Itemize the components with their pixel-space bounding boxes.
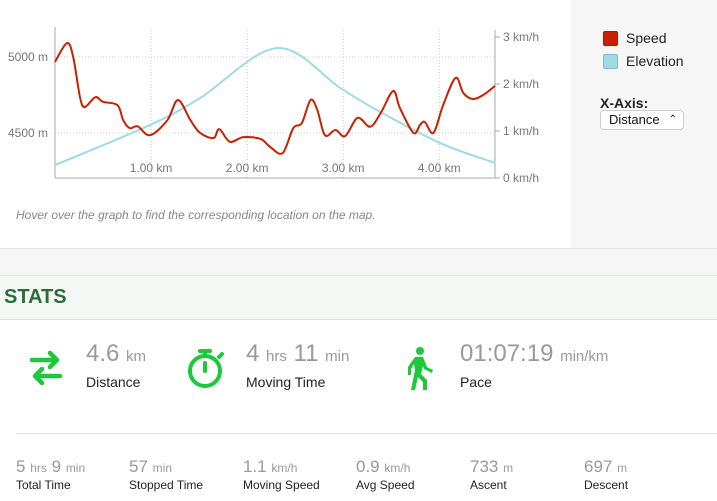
legend-elevation[interactable]: Elevation bbox=[603, 53, 684, 69]
chart-svg[interactable]: 1.00 km 2.00 km 3.00 km 4.00 km 4500 m 5000 m… bbox=[0, 0, 571, 200]
right-tick-label: 2 km/h bbox=[503, 77, 539, 91]
legend-label: Speed bbox=[626, 30, 667, 46]
value: 1.1 bbox=[243, 457, 267, 476]
stat-moving-time: 4 hrs 11 min Moving Time bbox=[184, 340, 349, 390]
label: Descent bbox=[584, 478, 629, 492]
chart-sidebar: Speed Elevation X-Axis: Distance ⌃ bbox=[571, 0, 717, 248]
stat-moving-speed: 1.1 km/h Moving Speed bbox=[243, 457, 320, 492]
left-tick-label: 5000 m bbox=[8, 50, 48, 64]
unit: min bbox=[152, 461, 172, 475]
value: 57 bbox=[129, 457, 148, 476]
swap-arrows-icon bbox=[29, 350, 63, 386]
stat-total-time: 5 hrs 9 min Total Time bbox=[16, 457, 85, 492]
unit2: min bbox=[65, 461, 86, 475]
legend-swatch bbox=[603, 30, 618, 46]
x-tick-label: 2.00 km bbox=[226, 161, 269, 175]
unit: km bbox=[126, 348, 147, 365]
value: 733 bbox=[470, 457, 499, 476]
right-tick-label: 0 km/h bbox=[503, 171, 539, 185]
select-arrows-icon: ⌃ bbox=[668, 114, 677, 125]
speed-elevation-chart[interactable]: 1.00 km 2.00 km 3.00 km 4.00 km 4500 m 5000 m… bbox=[0, 0, 571, 248]
x-axis-selected: Distance bbox=[609, 112, 660, 127]
x-axis-select[interactable]: Distance ⌃ bbox=[600, 110, 684, 130]
unit: m bbox=[617, 461, 628, 475]
unit: m bbox=[503, 461, 514, 475]
left-tick-label: 4500 m bbox=[8, 126, 48, 140]
unit: km/h bbox=[384, 461, 411, 475]
label: Avg Speed bbox=[356, 478, 415, 492]
label: Total Time bbox=[16, 478, 71, 492]
label: Distance bbox=[86, 374, 141, 390]
value: 5 bbox=[16, 457, 26, 476]
label: Ascent bbox=[470, 478, 507, 492]
x-tick-label: 3.00 km bbox=[322, 161, 365, 175]
value: 4 bbox=[246, 340, 260, 367]
label: Pace bbox=[460, 374, 492, 390]
stat-pace: 01:07:19 min/km Pace bbox=[398, 340, 608, 390]
label: Moving Speed bbox=[243, 478, 320, 492]
stat-distance: 4.6 km Distance bbox=[24, 340, 146, 390]
value2: 9 bbox=[51, 457, 62, 476]
unit: hrs bbox=[266, 348, 287, 365]
unit2: min bbox=[325, 348, 350, 365]
x-axis-label: X-Axis: bbox=[600, 95, 649, 111]
x-tick-label: 4.00 km bbox=[418, 161, 461, 175]
stats-divider bbox=[16, 433, 717, 434]
series-elevation-line bbox=[54, 47, 496, 167]
unit: min/km bbox=[560, 348, 609, 365]
label: Moving Time bbox=[246, 374, 326, 390]
stat-descent: 697 m Descent bbox=[584, 457, 628, 492]
value2: 11 bbox=[293, 340, 319, 367]
stats-title: STATS bbox=[4, 286, 67, 308]
unit: hrs bbox=[30, 461, 47, 475]
walking-person-icon bbox=[408, 347, 433, 390]
legend-speed[interactable]: Speed bbox=[603, 30, 666, 46]
stat-avg-speed: 0.9 km/h Avg Speed bbox=[356, 457, 415, 492]
legend-label: Elevation bbox=[626, 53, 684, 69]
label: Stopped Time bbox=[129, 478, 204, 492]
legend-swatch bbox=[603, 53, 618, 69]
chart-hint: Hover over the graph to find the corresp… bbox=[16, 208, 376, 222]
stats-header: STATS bbox=[0, 276, 717, 320]
value: 0.9 bbox=[356, 457, 380, 476]
value: 697 bbox=[584, 457, 613, 476]
divider-band bbox=[0, 248, 717, 276]
x-tick-label: 1.00 km bbox=[130, 161, 173, 175]
stopwatch-icon bbox=[188, 349, 224, 388]
value: 01:07:19 bbox=[460, 340, 554, 367]
value: 4.6 bbox=[86, 340, 120, 367]
right-tick-label: 1 km/h bbox=[503, 124, 539, 138]
unit: km/h bbox=[271, 461, 298, 475]
right-tick-label: 3 km/h bbox=[503, 30, 539, 44]
stat-ascent: 733 m Ascent bbox=[470, 457, 513, 492]
stat-stopped-time: 57 min Stopped Time bbox=[129, 457, 203, 492]
